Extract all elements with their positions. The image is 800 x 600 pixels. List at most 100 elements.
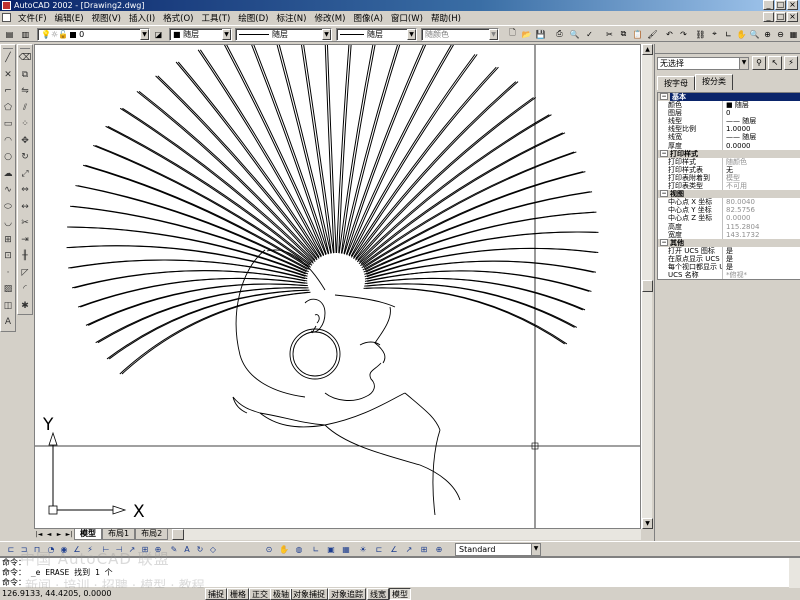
center-icon[interactable]: ⊕ — [433, 544, 445, 556]
vertical-scrollbar[interactable]: ▲ ▼ — [641, 44, 653, 529]
ucs-icon[interactable]: ∟ — [722, 28, 735, 40]
point-icon[interactable]: · — [1, 265, 15, 282]
dimstyle-combo[interactable]: Standard ▼ — [455, 543, 541, 556]
paste-icon[interactable]: 📋 — [631, 28, 644, 40]
property-row[interactable]: 高度 115.2804 — [658, 222, 800, 231]
make-block-icon[interactable]: ⊡ — [1, 248, 15, 265]
autocad-app-icon[interactable] — [2, 1, 11, 10]
collapse-toggle-icon[interactable]: − — [660, 190, 668, 198]
lineweight-toggle[interactable]: 线宽 — [367, 588, 389, 600]
property-row[interactable]: 中心点 X 坐标 80.0040 — [658, 198, 800, 207]
horizontal-scroll-thumb[interactable] — [172, 529, 185, 540]
menu-view[interactable]: 视图(V) — [88, 12, 125, 24]
property-value[interactable]: 模型 — [723, 174, 800, 182]
property-value[interactable]: —— 随层 — [723, 133, 800, 141]
tab-model[interactable]: 模型 — [74, 529, 102, 540]
tab-alphabetic[interactable]: 按字母 — [657, 76, 695, 90]
lineweight-combo[interactable]: 随层 ▼ — [336, 28, 417, 41]
tab-layout2[interactable]: 布局2 — [135, 529, 169, 540]
property-value[interactable]: 1.0000 — [723, 125, 800, 133]
last-tab-icon[interactable]: ►| — [64, 529, 74, 540]
property-row[interactable]: 线型 —— 随层 — [658, 117, 800, 126]
rectangle-icon[interactable]: ▭ — [1, 116, 15, 133]
osnap-toggle[interactable]: 对象捕捉 — [290, 588, 328, 600]
doc-minimize-button[interactable]: _ — [763, 12, 774, 22]
property-row[interactable]: UCS 名称 *俯视* — [658, 271, 800, 280]
plotstyle-combo[interactable]: 随颜色 ▼ — [421, 28, 499, 41]
property-row[interactable]: 中心点 Z 坐标 0.0000 — [658, 214, 800, 223]
trim-icon[interactable]: ✂ — [18, 215, 32, 232]
property-category[interactable]: − 打印样式 — [658, 149, 800, 158]
break-icon[interactable]: ╫ — [18, 248, 32, 265]
dim-edit-icon[interactable]: ✎ — [168, 544, 180, 556]
array-icon[interactable]: ⁘ — [18, 116, 32, 133]
property-category[interactable]: − 基本 — [658, 93, 800, 102]
pan-icon[interactable]: ✋ — [278, 544, 290, 556]
property-value[interactable]: 无 — [723, 166, 800, 174]
spline-icon[interactable]: ∿ — [1, 182, 15, 199]
doc-close-button[interactable]: × — [787, 12, 798, 22]
properties-icon[interactable]: ▦ — [787, 28, 800, 40]
menu-edit[interactable]: 编辑(E) — [51, 12, 88, 24]
menu-tools[interactable]: 工具(T) — [197, 12, 234, 24]
ellipse-icon[interactable]: ⬭ — [1, 199, 15, 216]
snap-toggle[interactable]: 捕捉 — [205, 588, 227, 600]
pan-icon[interactable]: ✋ — [735, 28, 748, 40]
offset-icon[interactable]: ⫽ — [18, 100, 32, 117]
chevron-down-icon[interactable]: ▼ — [222, 29, 231, 40]
select-objects-icon[interactable]: ↖ — [768, 56, 782, 70]
property-row[interactable]: 打开 UCS 图标是 — [658, 246, 800, 255]
first-tab-icon[interactable]: |◄ — [34, 529, 44, 540]
drawing-area[interactable]: Y X — [34, 44, 641, 529]
scroll-up-arrow-icon[interactable]: ▲ — [642, 44, 653, 55]
property-row[interactable]: 线宽 —— 随层 — [658, 133, 800, 142]
open-file-icon[interactable]: 📂 — [520, 28, 533, 40]
collapse-toggle-icon[interactable]: − — [660, 238, 668, 246]
polygon-icon[interactable]: ⬠ — [1, 100, 15, 117]
scroll-down-arrow-icon[interactable]: ▼ — [642, 518, 653, 529]
command-scrollbar[interactable] — [789, 558, 800, 588]
line-icon[interactable]: ╱ — [1, 50, 15, 67]
chevron-down-icon[interactable]: ▼ — [140, 29, 149, 40]
dim-angle-icon[interactable]: ∠ — [388, 544, 400, 556]
property-row[interactable]: 线型比例 1.0000 — [658, 125, 800, 134]
scale-icon[interactable]: ⤢ — [18, 166, 32, 183]
property-value[interactable]: 是 — [723, 255, 800, 263]
property-value[interactable]: 是 — [723, 263, 800, 271]
collapse-toggle-icon[interactable]: − — [660, 149, 668, 157]
property-value[interactable]: —— 随层 — [723, 117, 800, 125]
zoom-window-icon[interactable]: ⊕ — [761, 28, 774, 40]
circle-icon[interactable]: ○ — [1, 149, 15, 166]
dim-update-icon[interactable]: ↻ — [194, 544, 206, 556]
property-value[interactable]: 143.1732 — [723, 231, 800, 239]
insert-block-icon[interactable]: ⊞ — [1, 232, 15, 249]
leader-icon[interactable]: ↗ — [403, 544, 415, 556]
stretch-icon[interactable]: ⇔ — [18, 182, 32, 199]
menu-image[interactable]: 图像(A) — [349, 12, 386, 24]
tab-categorized[interactable]: 按分类 — [695, 74, 733, 90]
print-icon[interactable]: ⎙ — [553, 28, 566, 40]
next-tab-icon[interactable]: ► — [54, 529, 64, 540]
zoom-icon[interactable]: ⊙ — [263, 544, 275, 556]
menu-format[interactable]: 格式(O) — [159, 12, 197, 24]
layer-manager-icon[interactable]: ▤ — [3, 28, 16, 40]
xline-icon[interactable]: ✕ — [1, 67, 15, 84]
chevron-down-icon[interactable]: ▼ — [489, 29, 498, 40]
chevron-down-icon[interactable]: ▼ — [407, 29, 416, 40]
chevron-down-icon[interactable]: ▼ — [739, 58, 748, 69]
close-button[interactable]: × — [787, 0, 798, 10]
property-row[interactable]: 打印样式表无 — [658, 165, 800, 174]
tolerance-icon[interactable]: ⊞ — [418, 544, 430, 556]
property-value[interactable]: 随颜色 — [723, 158, 800, 166]
otrack-toggle[interactable]: 对象追踪 — [328, 588, 366, 600]
property-value[interactable]: 82.5756 — [723, 206, 800, 214]
property-value[interactable]: *俯视* — [723, 271, 800, 279]
property-row[interactable]: 宽度 143.1732 — [658, 230, 800, 239]
ellipse-arc-icon[interactable]: ◡ — [1, 215, 15, 232]
dim-text-edit-icon[interactable]: A — [181, 544, 193, 556]
layer-combo[interactable]: 💡☼🔓 0 ▼ — [37, 28, 150, 41]
render-icon[interactable]: ☀ — [357, 544, 369, 556]
dim-linear-icon[interactable]: ⊏ — [373, 544, 385, 556]
chamfer-icon[interactable]: ◸ — [18, 265, 32, 282]
save-icon[interactable]: 💾 — [534, 28, 547, 40]
